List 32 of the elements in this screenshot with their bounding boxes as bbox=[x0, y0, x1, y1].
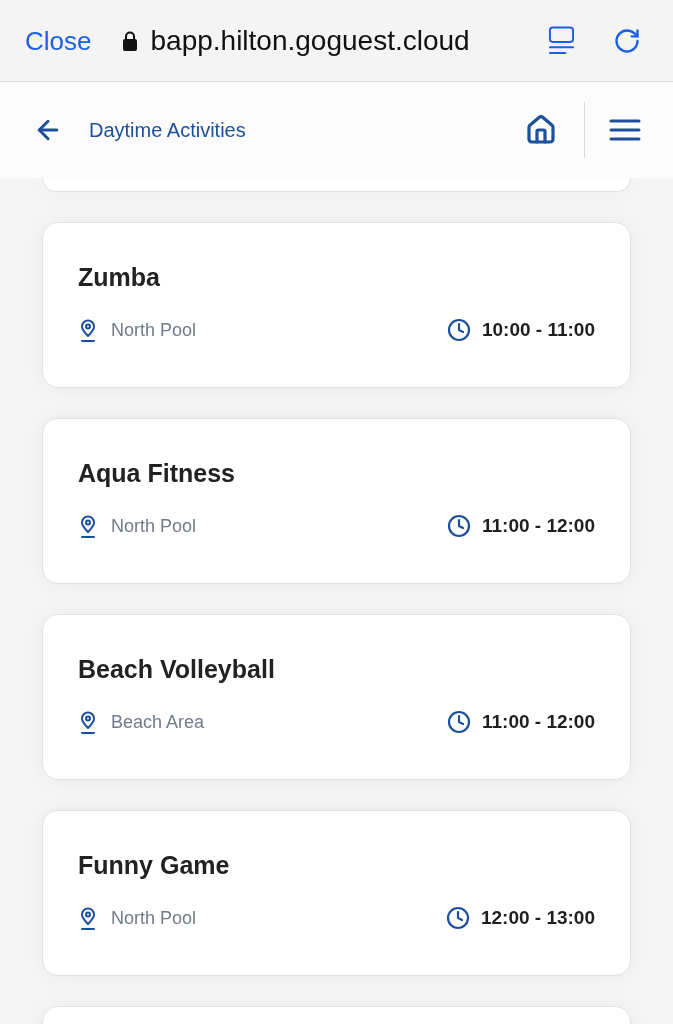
time-text: 10:00 - 11:00 bbox=[481, 318, 595, 342]
clock-icon bbox=[445, 906, 470, 931]
menu-icon[interactable] bbox=[609, 118, 641, 142]
reader-view-icon[interactable] bbox=[548, 26, 575, 55]
location-text: North Pool bbox=[111, 514, 197, 538]
location-pin-icon bbox=[78, 710, 98, 735]
time-text: 11:00 - 12:00 bbox=[481, 710, 595, 734]
activity-title: Funny Game bbox=[78, 850, 230, 881]
url-text[interactable]: bapp.hilton.goguest.cloud bbox=[150, 26, 470, 55]
close-button[interactable]: Close bbox=[25, 27, 92, 54]
location-text: Beach Area bbox=[111, 710, 205, 734]
home-icon[interactable] bbox=[525, 114, 557, 146]
location-text: North Pool bbox=[111, 906, 197, 930]
activity-title: Aqua Fitness bbox=[78, 458, 235, 489]
lock-icon bbox=[122, 30, 139, 51]
location-pin-icon bbox=[78, 514, 98, 539]
location-pin-icon bbox=[78, 906, 98, 931]
location-pin-icon bbox=[78, 318, 98, 343]
clock-icon bbox=[446, 514, 471, 539]
time-text: 11:00 - 12:00 bbox=[481, 514, 595, 538]
clock-icon bbox=[446, 710, 471, 735]
activity-title: Beach Volleyball bbox=[78, 654, 275, 685]
activity-card[interactable]: Aqua Fitness North Pool 11:00 - 12:00 bbox=[42, 418, 631, 584]
activity-title: Zumba bbox=[78, 262, 160, 293]
activity-card[interactable]: Zumba North Pool 10:00 - 11:00 bbox=[42, 222, 631, 388]
time-text: 12:00 - 13:00 bbox=[480, 906, 595, 930]
activity-card[interactable]: Funny Game North Pool 12:00 - 13:00 bbox=[42, 810, 631, 976]
clock-icon bbox=[446, 318, 471, 343]
activity-card[interactable]: Beach Volleyball Beach Area 11:00 - 12:00 bbox=[42, 614, 631, 780]
location-text: North Pool bbox=[111, 318, 197, 342]
reload-icon[interactable] bbox=[613, 26, 641, 55]
page-title: Daytime Activities bbox=[89, 118, 246, 143]
